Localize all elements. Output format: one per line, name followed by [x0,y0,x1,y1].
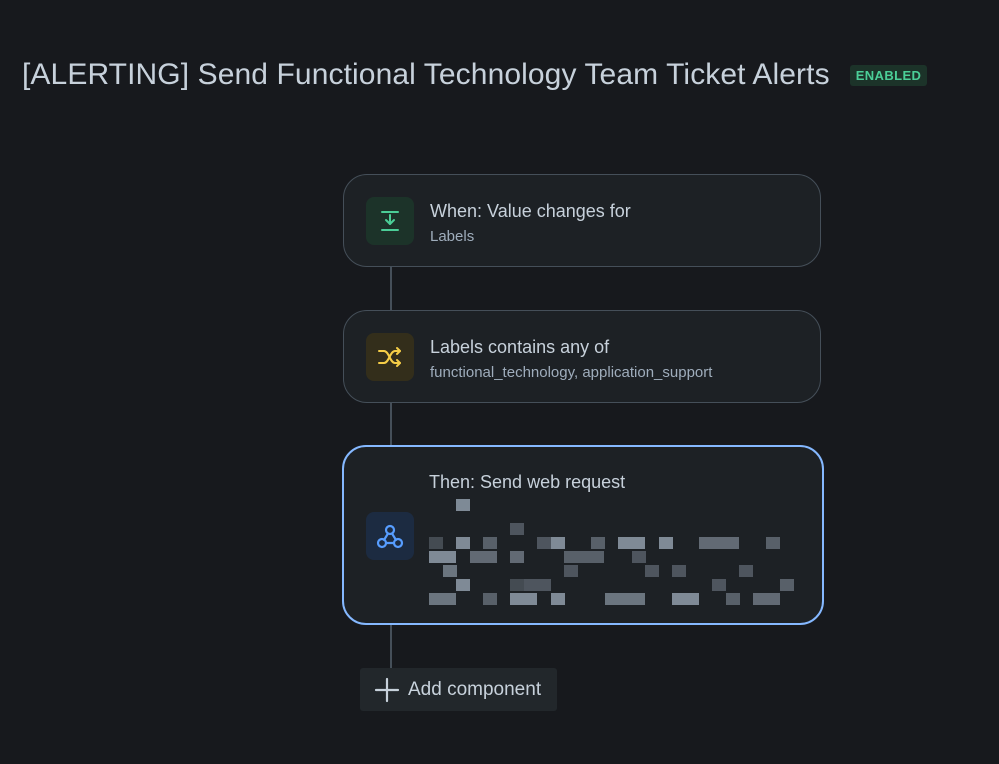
add-component-label: Add component [408,678,542,700]
action-title: Then: Send web request [429,472,626,492]
page-title: [ALERTING] Send Functional Technology Te… [22,58,830,91]
trigger-subtitle: Labels [430,228,475,245]
plus-icon [374,677,400,703]
webhook-icon [366,512,414,560]
redacted-request-details [429,499,794,605]
add-component-button[interactable]: Add component [360,668,558,711]
flow-connector [390,624,392,668]
flow-connector [390,402,392,446]
condition-subtitle: functional_technology, application_suppo… [430,364,713,381]
rule-header: [ALERTING] Send Functional Technology Te… [22,58,928,92]
automation-rule-page: [ALERTING] Send Functional Technology Te… [0,0,999,764]
flow-connector [390,266,392,311]
trigger-component-card[interactable]: When: Value changes for Labels [343,174,821,267]
shuffle-icon [366,333,414,381]
status-badge: ENABLED [849,64,928,86]
action-component-card[interactable]: Then: Send web request [342,445,824,625]
trigger-download-icon [366,197,414,245]
condition-component-card[interactable]: Labels contains any of functional_techno… [343,310,821,403]
trigger-title: When: Value changes for [430,201,631,221]
condition-title: Labels contains any of [430,337,610,357]
